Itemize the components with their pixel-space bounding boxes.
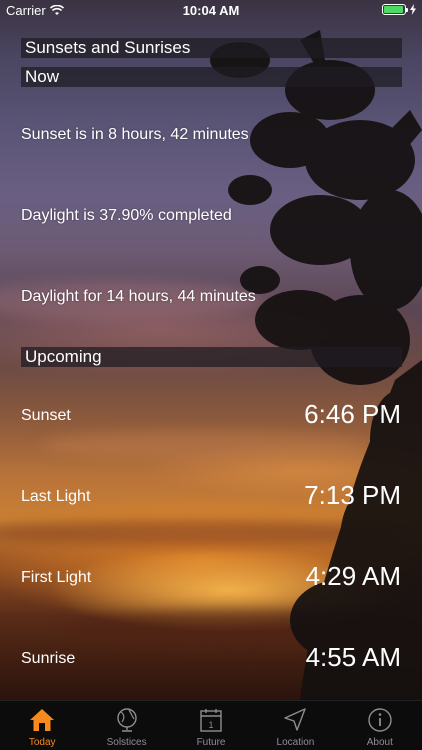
battery-icon (382, 4, 408, 15)
tab-solstices[interactable]: Solstices (84, 701, 168, 750)
daylight-completed: Daylight is 37.90% completed (21, 207, 232, 224)
tab-label: Future (196, 737, 226, 748)
svg-text:1: 1 (209, 720, 214, 730)
event-row-first-light: First Light 4:29 AM (21, 558, 401, 598)
tab-label: Today (28, 737, 56, 748)
tab-bar: Today Solstices 1 Future Location About (0, 700, 422, 750)
home-icon (30, 709, 55, 731)
today-screen: Carrier 10:04 AM Sunsets and Sunrises No… (0, 0, 422, 700)
upcoming-section-header: Upcoming (21, 347, 402, 367)
event-label: First Light (21, 569, 92, 586)
tab-label: Solstices (106, 737, 147, 748)
daylight-duration: Daylight for 14 hours, 44 minutes (21, 288, 256, 305)
sunset-countdown: Sunset is in 8 hours, 42 minutes (21, 126, 249, 143)
tab-label: Location (276, 737, 315, 748)
event-time: 6:46 PM (304, 399, 401, 429)
globe-icon (116, 708, 137, 732)
status-bar: Carrier 10:04 AM (0, 0, 422, 22)
event-row-sunset: Sunset 6:46 PM (21, 396, 401, 436)
event-label: Sunrise (21, 650, 76, 667)
location-arrow-icon (284, 708, 307, 731)
event-row-sunrise: Sunrise 4:55 AM (21, 639, 401, 679)
charging-icon (410, 4, 416, 15)
event-row-last-light: Last Light 7:13 PM (21, 477, 401, 517)
status-time: 10:04 AM (182, 3, 240, 18)
battery-level (384, 6, 403, 13)
event-time: 4:29 AM (305, 561, 401, 591)
tab-about[interactable]: About (338, 701, 422, 750)
tab-future[interactable]: 1 Future (169, 701, 253, 750)
tab-today[interactable]: Today (0, 701, 84, 750)
status-right (382, 4, 416, 15)
event-label: Last Light (21, 488, 91, 505)
app-title: Sunsets and Sunrises (21, 38, 402, 58)
tab-location[interactable]: Location (253, 701, 337, 750)
calendar-icon: 1 (200, 709, 222, 732)
event-time: 4:55 AM (305, 642, 401, 672)
tab-label: About (366, 737, 393, 748)
event-time: 7:13 PM (304, 480, 401, 510)
event-label: Sunset (21, 407, 71, 424)
info-icon (368, 708, 392, 732)
now-section-header: Now (21, 67, 402, 87)
